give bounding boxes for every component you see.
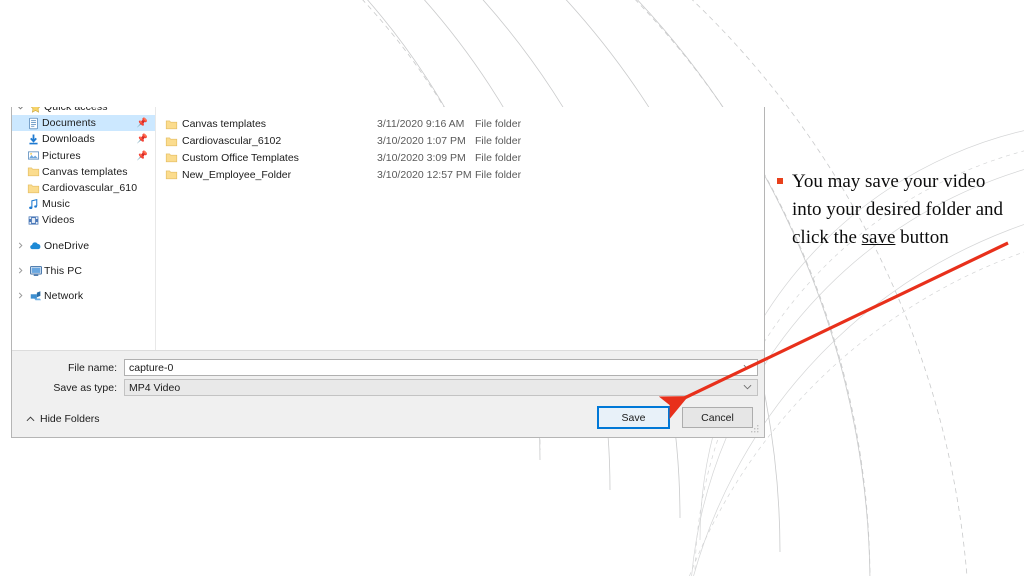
sidebar-item-onedrive[interactable]: OneDrive (12, 238, 155, 254)
file-type-cell: File folder (475, 118, 522, 131)
sidebar-item-downloads[interactable]: Downloads 📌 (12, 131, 155, 147)
table-row[interactable]: Canvas templates 3/11/2020 9:16 AM File … (156, 116, 764, 133)
pin-icon[interactable]: 📌 (137, 118, 148, 128)
file-date-cell: 3/10/2020 12:57 PM (377, 168, 472, 181)
sidebar-item-documents[interactable]: Documents 📌 (12, 115, 155, 132)
videos-icon (25, 214, 42, 227)
file-name-cell: New_Employee_Folder (182, 168, 292, 181)
chevron-up-icon (26, 415, 35, 424)
file-name-cell: Cardiovascular_6102 (182, 135, 282, 148)
onedrive-icon (27, 239, 44, 253)
callout-text-after: button (895, 227, 949, 248)
sidebar-item-label: OneDrive (44, 239, 90, 252)
music-icon (25, 198, 42, 211)
resize-grip-icon[interactable] (751, 425, 760, 434)
documents-icon (25, 117, 42, 130)
chevron-down-icon[interactable] (743, 384, 752, 392)
save-as-type-value: MP4 Video (129, 381, 181, 394)
cancel-button[interactable]: Cancel (682, 407, 753, 428)
file-name-row: File name: capture-0 (12, 359, 758, 376)
file-name-value: capture-0 (129, 361, 174, 374)
file-name-cell: Canvas templates (182, 118, 267, 131)
sidebar-item-label: Videos (42, 214, 75, 227)
cancel-button-label: Cancel (701, 411, 734, 424)
hide-folders-button[interactable]: Hide Folders (26, 413, 100, 425)
file-date-cell: 3/10/2020 3:09 PM (377, 151, 466, 164)
sidebar-item-label: Network (44, 289, 84, 302)
file-form-area: File name: capture-0 Save as type: MP4 V… (12, 350, 764, 403)
star-icon (27, 107, 44, 114)
sidebar-item-videos[interactable]: Videos (12, 212, 155, 228)
callout-text-underlined: save (861, 227, 896, 248)
save-as-type-row: Save as type: MP4 Video (12, 379, 758, 396)
save-as-type-label: Save as type: (53, 381, 117, 394)
file-type-cell: File folder (475, 151, 522, 164)
hide-folders-label: Hide Folders (40, 413, 100, 425)
folder-icon (25, 165, 42, 178)
sidebar-item-canvas-templates[interactable]: Canvas templates (12, 164, 155, 180)
navigation-pane[interactable]: Quick access Documents 📌 Downloads 📌 Pic… (12, 107, 155, 350)
sidebar-item-label: Canvas templates (42, 165, 128, 178)
sidebar-item-label: Downloads (42, 133, 95, 146)
sidebar-item-network[interactable]: Network (12, 288, 155, 304)
callout-paragraph: You may save your video into your desire… (775, 168, 1017, 252)
table-row[interactable]: Custom Office Templates 3/10/2020 3:09 P… (156, 150, 764, 167)
sidebar-item-label: Pictures (42, 149, 81, 162)
callout-text-block: You may save your video into your desire… (775, 168, 1017, 252)
file-date-cell: 3/10/2020 1:07 PM (377, 135, 466, 148)
dialog-body: Quick access Documents 📌 Downloads 📌 Pic… (12, 107, 764, 350)
bullet-square-icon (777, 178, 783, 184)
chevron-down-icon[interactable] (743, 364, 752, 372)
sidebar-item-label: Cardiovascular_610 (42, 182, 138, 195)
chevron-right-icon[interactable] (14, 242, 27, 249)
sidebar-item-label: Documents (42, 117, 97, 130)
file-type-cell: File folder (475, 135, 522, 148)
folder-icon (156, 118, 182, 131)
folder-icon (156, 151, 182, 164)
save-as-type-select[interactable]: MP4 Video (124, 379, 758, 396)
sidebar-item-label: This PC (44, 264, 83, 277)
pictures-icon (25, 149, 42, 162)
chevron-down-icon[interactable] (14, 107, 27, 111)
file-name-input[interactable]: capture-0 (124, 359, 758, 376)
dialog-footer: Hide Folders Save Cancel (12, 402, 764, 437)
sidebar-item-music[interactable]: Music (12, 196, 155, 212)
table-row[interactable]: New_Employee_Folder 3/10/2020 12:57 PM F… (156, 166, 764, 183)
this-pc-icon (27, 264, 44, 278)
pin-icon[interactable]: 📌 (137, 134, 148, 144)
file-name-cell: Custom Office Templates (182, 151, 299, 164)
slide-canvas: Quick access Documents 📌 Downloads 📌 Pic… (0, 0, 1024, 576)
save-button[interactable]: Save (597, 406, 670, 429)
sidebar-item-quick-access[interactable]: Quick access (12, 107, 155, 115)
network-icon (27, 289, 44, 303)
pin-icon[interactable]: 📌 (137, 151, 148, 160)
file-list-pane[interactable]: Canvas templates 3/11/2020 9:16 AM File … (156, 107, 764, 350)
folder-icon (156, 168, 182, 181)
save-as-dialog: Quick access Documents 📌 Downloads 📌 Pic… (11, 107, 765, 438)
chevron-right-icon[interactable] (14, 267, 27, 274)
sidebar-item-label: Quick access (44, 107, 108, 114)
sidebar-item-this-pc[interactable]: This PC (12, 263, 155, 279)
folder-icon (25, 182, 42, 195)
save-button-label: Save (621, 411, 646, 424)
sidebar-item-pictures[interactable]: Pictures 📌 (12, 148, 155, 164)
table-row[interactable]: Cardiovascular_6102 3/10/2020 1:07 PM Fi… (156, 133, 764, 150)
folder-icon (156, 135, 182, 148)
file-date-cell: 3/11/2020 9:16 AM (377, 118, 465, 131)
downloads-icon (25, 133, 42, 146)
sidebar-item-cardiovascular[interactable]: Cardiovascular_610 (12, 180, 155, 196)
chevron-right-icon[interactable] (14, 292, 27, 299)
sidebar-item-label: Music (42, 198, 70, 211)
file-name-label: File name: (67, 361, 117, 374)
file-type-cell: File folder (475, 168, 522, 181)
